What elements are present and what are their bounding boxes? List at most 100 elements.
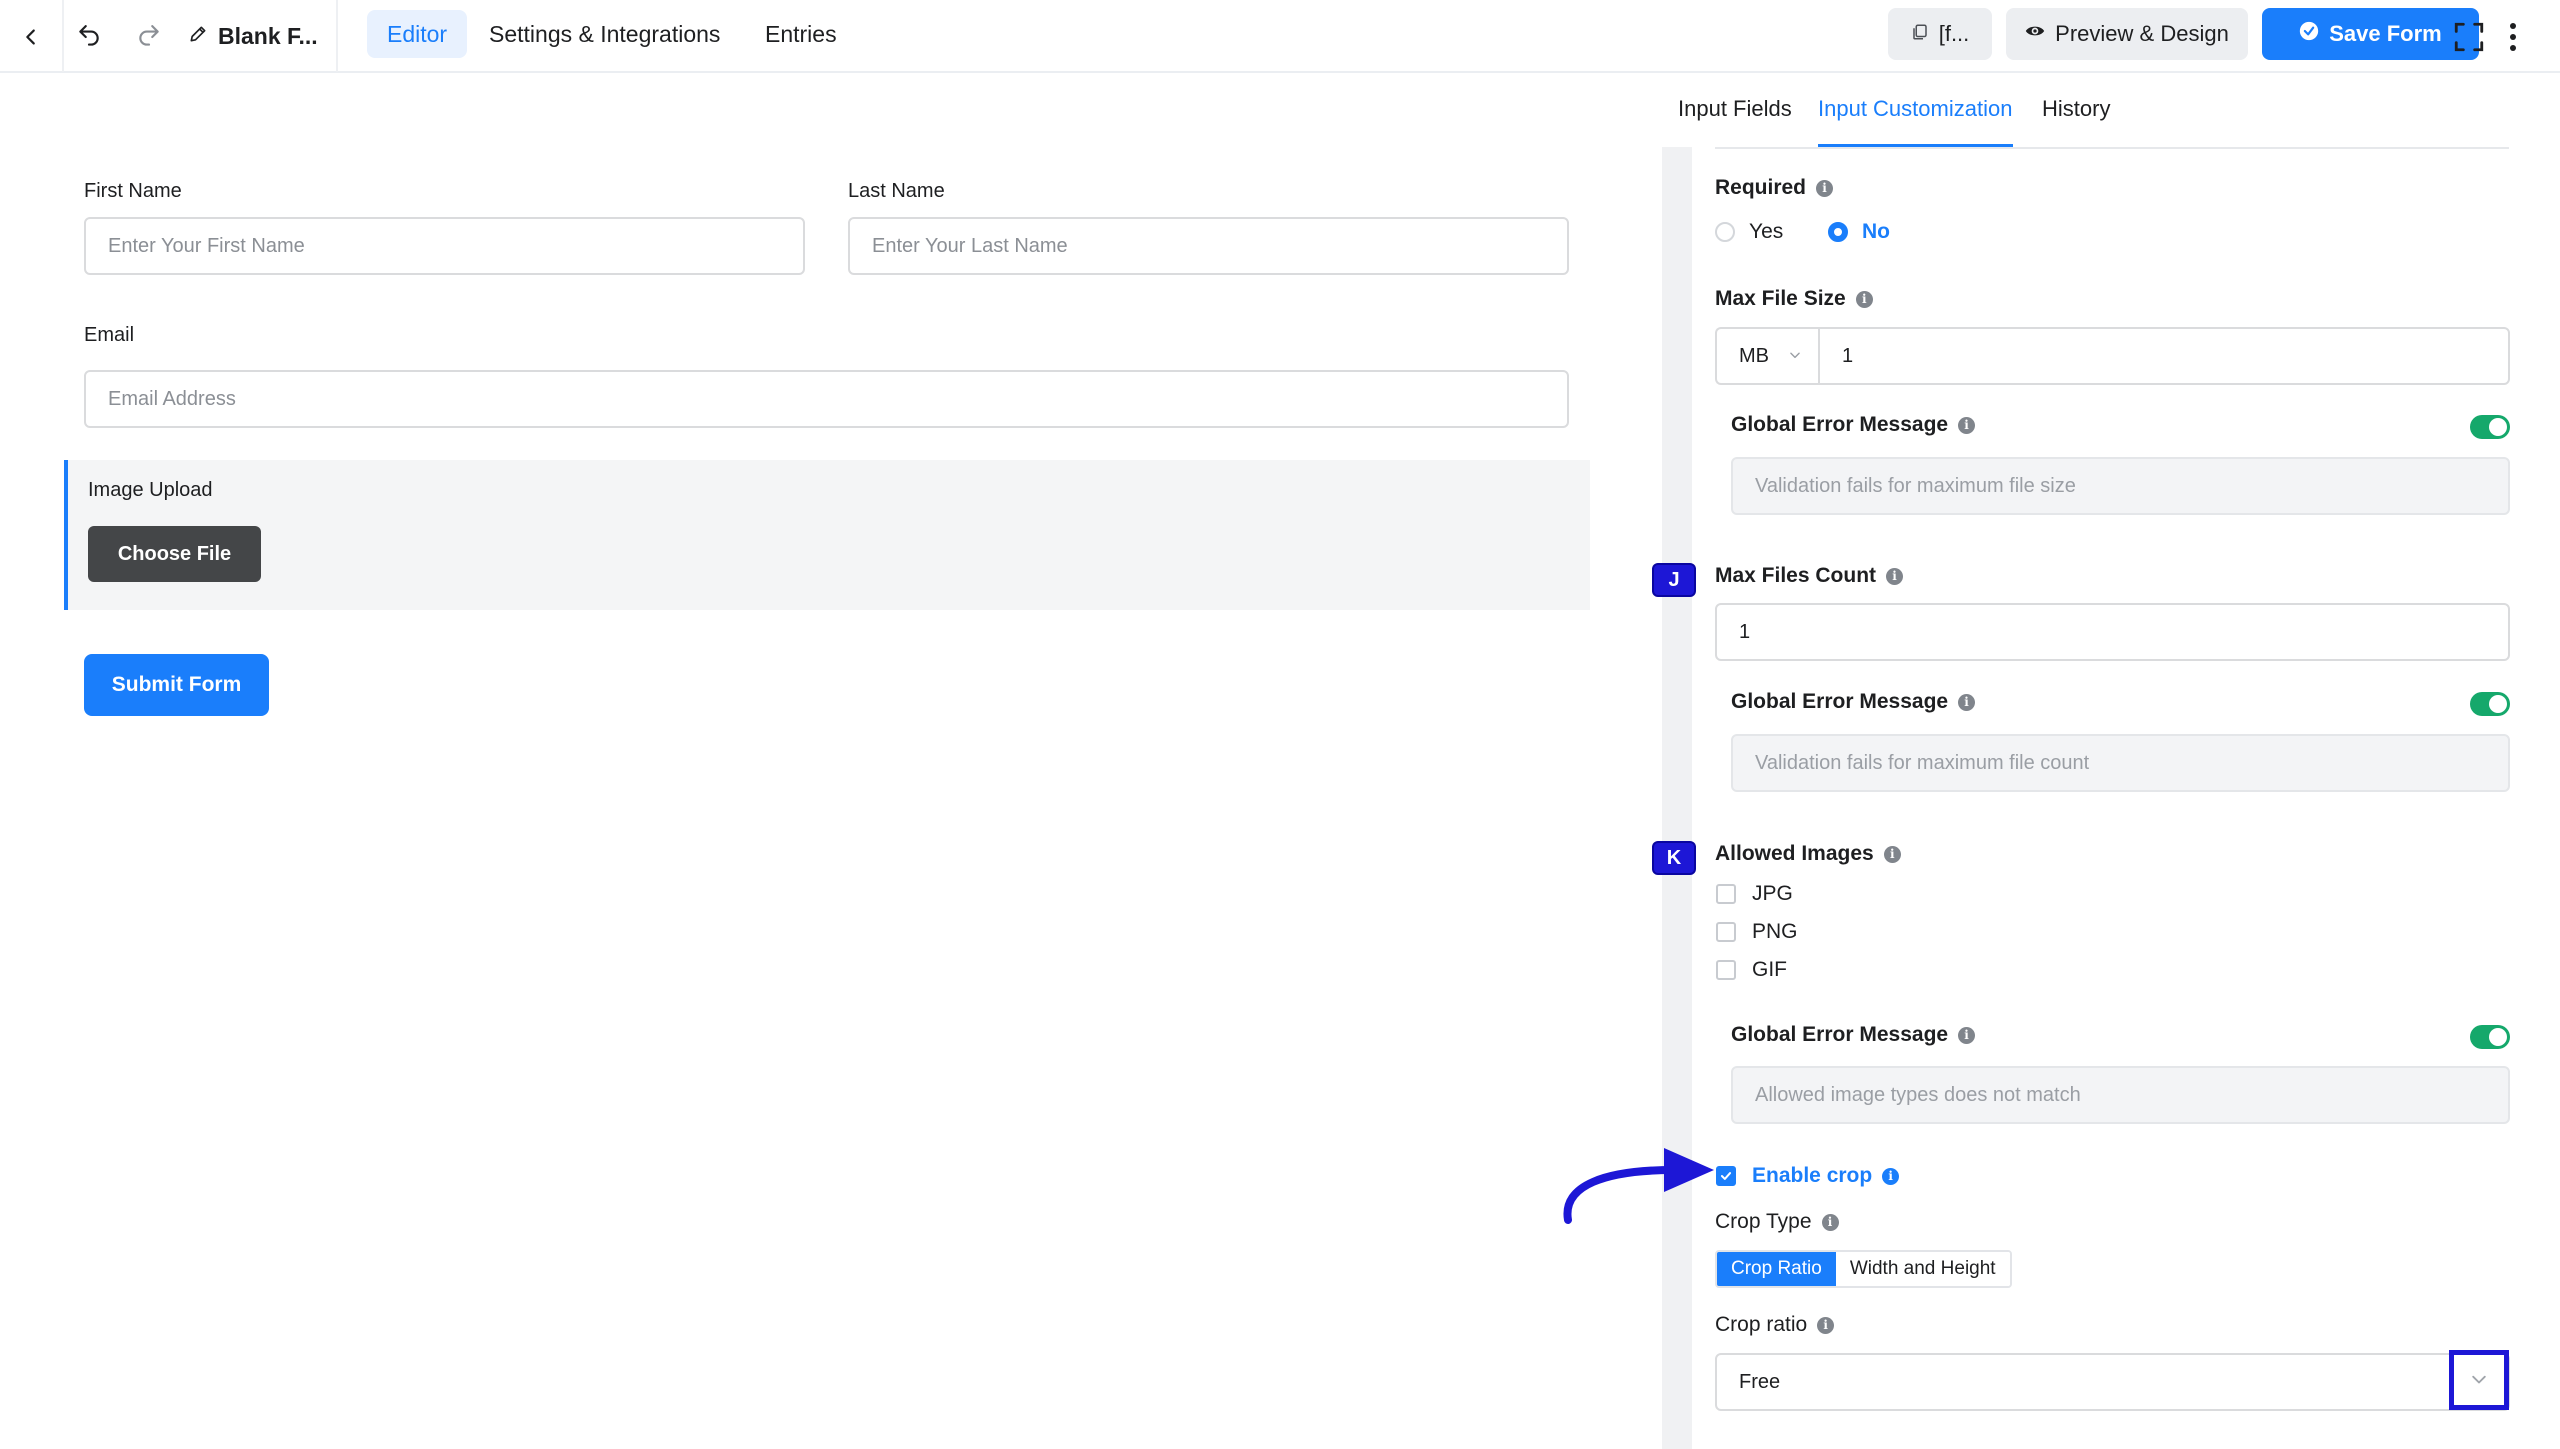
form-title[interactable]: Blank F... — [188, 18, 318, 54]
crop-ratio-label-text: Crop ratio — [1715, 1313, 1808, 1336]
image-upload-label: Image Upload — [88, 479, 213, 501]
max-files-count-label-text: Max Files Count — [1715, 564, 1877, 587]
info-icon[interactable]: i — [1958, 1026, 1976, 1044]
info-icon[interactable]: i — [1883, 845, 1901, 863]
info-icon[interactable]: i — [1817, 1316, 1835, 1334]
first-name-label: First Name — [84, 180, 182, 202]
more-vertical-icon[interactable] — [2488, 12, 2538, 62]
last-name-input[interactable]: Enter Your Last Name — [848, 217, 1569, 275]
radio-yes[interactable] — [1715, 222, 1735, 242]
gif-checkbox[interactable] — [1716, 960, 1736, 980]
radio-yes-label: Yes — [1749, 220, 1784, 243]
crop-type-segmented-control: Crop Ratio Width and Height — [1715, 1250, 2012, 1288]
back-icon[interactable] — [6, 12, 56, 62]
jpg-checkbox[interactable] — [1716, 884, 1736, 904]
email-label: Email — [84, 324, 135, 346]
png-option[interactable]: PNG — [1716, 920, 1798, 944]
preview-design-button[interactable]: Preview & Design — [2006, 8, 2248, 60]
file-size-unit-select[interactable]: MB — [1715, 327, 1820, 385]
annotation-arrow-icon — [1563, 1148, 1714, 1224]
file-size-error-input[interactable]: Validation fails for maximum file size — [1731, 457, 2510, 515]
annotation-highlight-box — [2449, 1350, 2509, 1410]
info-icon[interactable]: i — [1821, 1213, 1839, 1231]
max-files-count-label: Max Files Count i — [1715, 564, 1904, 588]
gif-option[interactable]: GIF — [1716, 958, 1787, 982]
png-label: PNG — [1752, 920, 1798, 943]
width-height-option[interactable]: Width and Height — [1835, 1252, 2010, 1286]
image-types-error-input[interactable]: Allowed image types does not match — [1731, 1066, 2510, 1124]
png-checkbox[interactable] — [1716, 922, 1736, 942]
info-icon[interactable]: i — [1816, 179, 1834, 197]
fullscreen-icon[interactable] — [2444, 12, 2494, 62]
check-icon — [1720, 1172, 1732, 1180]
enable-crop-label-wrap: Enable crop i — [1752, 1164, 1900, 1188]
shortcode-button[interactable]: [f... — [1888, 8, 1992, 60]
copy-icon — [1911, 21, 1929, 47]
files-count-error-toggle[interactable] — [2470, 692, 2510, 716]
allowed-images-label-text: Allowed Images — [1715, 842, 1874, 865]
submit-form-button[interactable]: Submit Form — [84, 654, 269, 716]
chevron-down-icon[interactable] — [2469, 1373, 2489, 1392]
required-yes-option[interactable]: Yes — [1715, 220, 1783, 244]
files-count-error-label-text: Global Error Message — [1731, 690, 1949, 713]
crop-ratio-value: Free — [1739, 1370, 1781, 1393]
image-types-error-toggle[interactable] — [2470, 1025, 2510, 1049]
tab-settings-integrations[interactable]: Settings & Integrations — [469, 10, 740, 58]
last-name-label: Last Name — [848, 180, 945, 202]
save-form-label: Save Form — [2329, 21, 2442, 46]
undo-icon[interactable] — [64, 12, 114, 62]
top-bar: Blank F... Editor Settings & Integration… — [0, 0, 2560, 73]
radio-no-label: No — [1862, 220, 1890, 243]
tab-history[interactable]: History — [2042, 96, 2110, 122]
image-upload-field[interactable] — [64, 460, 1590, 610]
file-size-error-label: Global Error Message i — [1731, 413, 1976, 437]
shortcode-label: [f... — [1938, 21, 1970, 46]
max-files-count-input[interactable]: 1 — [1715, 603, 2510, 661]
tab-input-fields[interactable]: Input Fields — [1678, 96, 1792, 122]
crop-ratio-label: Crop ratio i — [1715, 1313, 1835, 1337]
crop-type-label: Crop Type i — [1715, 1210, 1839, 1234]
crop-type-label-text: Crop Type — [1715, 1210, 1812, 1233]
info-icon[interactable]: i — [1958, 693, 1976, 711]
enable-crop-option[interactable]: Enable crop i — [1716, 1164, 1900, 1188]
pencil-icon — [188, 23, 208, 50]
jpg-label: JPG — [1752, 882, 1793, 905]
first-name-input[interactable]: Enter Your First Name — [84, 217, 805, 275]
files-count-error-label: Global Error Message i — [1731, 690, 1976, 714]
info-icon[interactable]: i — [1958, 416, 1976, 434]
panel-tabs — [1662, 73, 2560, 147]
info-icon[interactable]: i — [1886, 567, 1904, 585]
crop-ratio-select[interactable]: Free — [1715, 1353, 2510, 1411]
panel-scrollbar[interactable] — [1662, 147, 1692, 1449]
enable-crop-checkbox[interactable] — [1716, 1166, 1736, 1186]
form-title-text: Blank F... — [218, 22, 318, 49]
tab-input-customization[interactable]: Input Customization — [1818, 96, 2012, 122]
info-icon[interactable]: i — [1855, 290, 1873, 308]
tab-entries[interactable]: Entries — [745, 10, 857, 58]
jpg-option[interactable]: JPG — [1716, 882, 1793, 906]
allowed-images-label: Allowed Images i — [1715, 842, 1901, 866]
max-file-size-label-text: Max File Size — [1715, 287, 1846, 310]
max-file-size-label: Max File Size i — [1715, 287, 1873, 311]
email-input[interactable]: Email Address — [84, 370, 1569, 428]
required-no-option[interactable]: No — [1828, 220, 1890, 244]
info-icon[interactable]: i — [1882, 1167, 1900, 1185]
annotation-marker-k: K — [1654, 843, 1694, 873]
image-types-error-label: Global Error Message i — [1731, 1023, 1976, 1047]
required-label-text: Required — [1715, 176, 1807, 199]
crop-ratio-option[interactable]: Crop Ratio — [1717, 1252, 1836, 1286]
enable-crop-label: Enable crop — [1752, 1164, 1873, 1187]
chevron-down-icon — [1788, 345, 1802, 368]
file-size-error-label-text: Global Error Message — [1731, 413, 1949, 436]
redo-icon[interactable] — [124, 12, 174, 62]
required-label: Required i — [1715, 176, 1834, 200]
image-types-error-label-text: Global Error Message — [1731, 1023, 1949, 1046]
gif-label: GIF — [1752, 958, 1787, 981]
check-circle-icon — [2299, 21, 2319, 47]
max-file-size-input[interactable]: 1 — [1818, 327, 2510, 385]
radio-no[interactable] — [1828, 222, 1848, 242]
choose-file-button[interactable]: Choose File — [88, 526, 261, 582]
tab-editor[interactable]: Editor — [367, 10, 468, 58]
files-count-error-input[interactable]: Validation fails for maximum file count — [1731, 734, 2510, 792]
file-size-error-toggle[interactable] — [2470, 415, 2510, 439]
